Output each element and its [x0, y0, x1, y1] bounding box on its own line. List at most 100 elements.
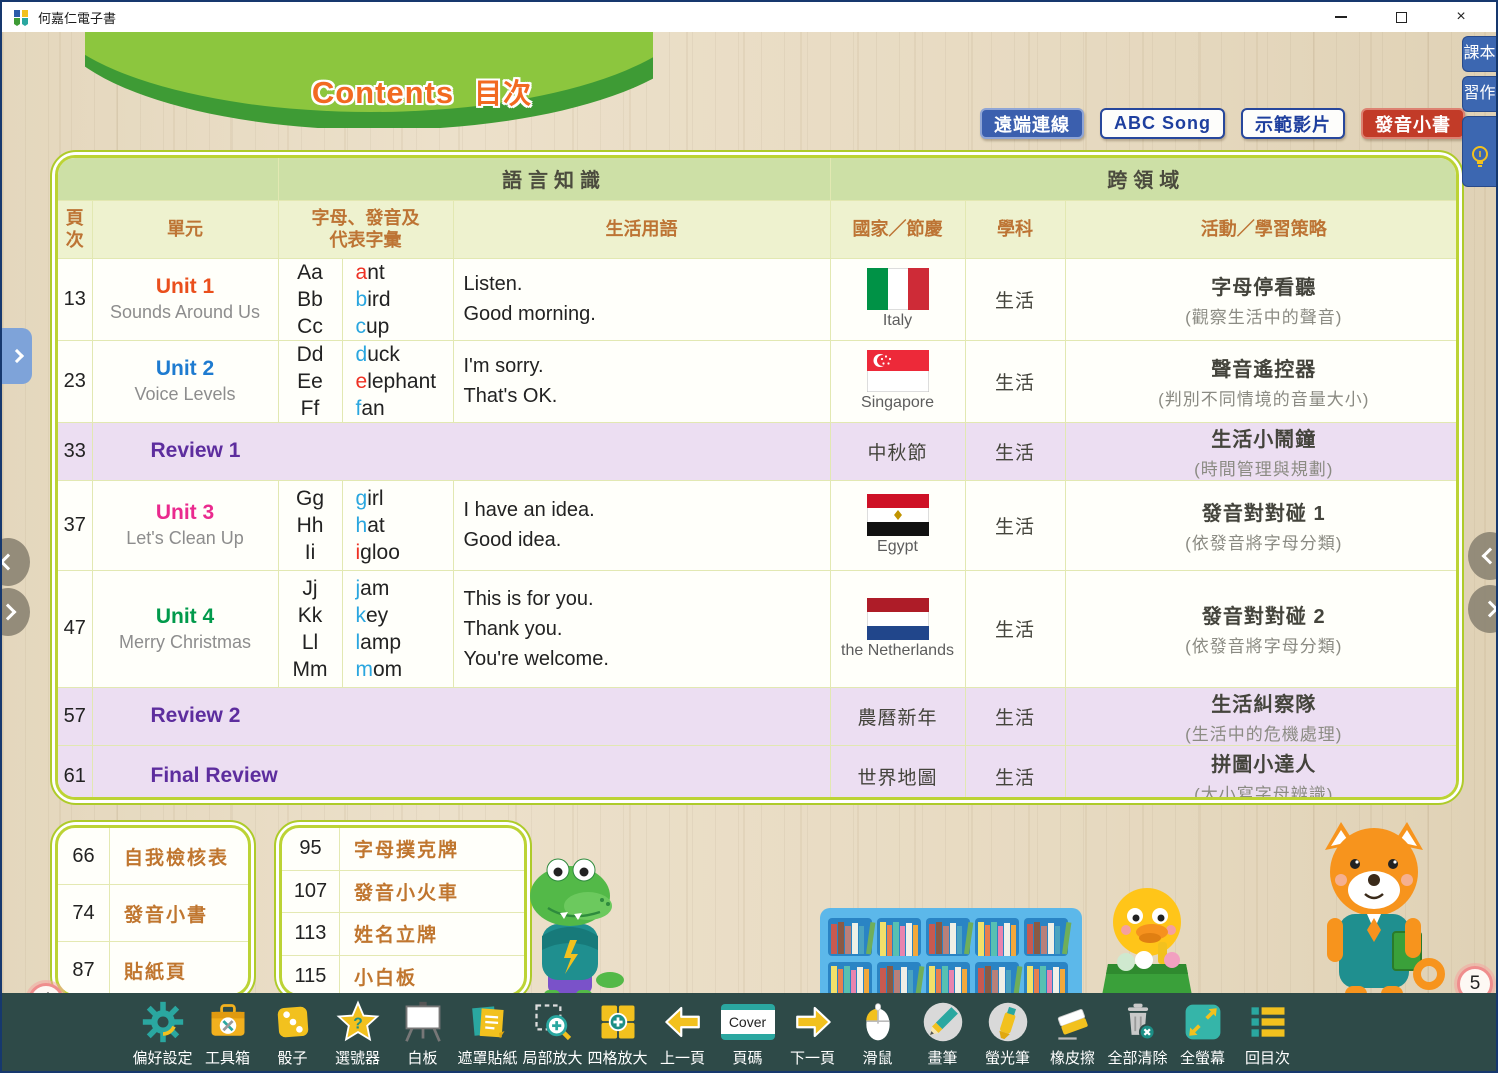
toolbar-page-indicator[interactable]: Cover 頁碼 — [715, 993, 780, 1068]
dice-icon — [271, 1000, 315, 1044]
singapore-flag — [867, 350, 929, 392]
toolbar-mouse[interactable]: 滑鼠 — [845, 993, 910, 1068]
contents-table-panel: 語言知識 跨領域 頁 次 單元 字母、發音及 代表字彙 生活用語 國家／節慶 學… — [50, 150, 1464, 805]
toolbar-fullscreen[interactable]: 全螢幕 — [1170, 993, 1235, 1068]
activity-cell: 生活糾察隊 (生活中的危機處理) — [1065, 687, 1459, 745]
table-row-unit3: 37 Unit 3 Let's Clean Up GgHhIi girl hat… — [58, 480, 1459, 570]
unit-name: Unit 1 — [93, 275, 278, 299]
list-item: 87 貼紙頁 — [58, 942, 248, 993]
toolbar-toolbox[interactable]: 工具箱 — [195, 993, 260, 1068]
contents-banner: Contents 目次 — [85, 32, 653, 128]
unit-name: Unit 3 — [93, 501, 278, 525]
duck-mascot — [1092, 880, 1202, 993]
prev-page-arrow-left-edge[interactable] — [2, 538, 30, 586]
toolbar-highlighter[interactable]: 螢光筆 — [975, 993, 1040, 1068]
toolbar-number-picker[interactable]: ? 選號器 — [325, 993, 390, 1068]
col-header-subject: 學科 — [965, 200, 1065, 258]
gear-icon — [141, 1000, 185, 1044]
maximize-button[interactable] — [1388, 7, 1414, 27]
fullscreen-icon — [1181, 1000, 1225, 1044]
table-row-review2: 57 Review 2 農曆新年 生活 生活糾察隊 (生活中的危機處理) — [58, 687, 1459, 745]
subject-cell: 生活 — [965, 422, 1065, 480]
page-cell: 37 — [58, 480, 92, 570]
demo-video-button[interactable]: 示範影片 — [1241, 108, 1345, 139]
quick-buttons: 遠端連線 ABC Song 示範影片 發音小書 — [980, 108, 1465, 139]
country-cell: Egypt — [830, 480, 965, 570]
subject-cell: 生活 — [965, 258, 1065, 340]
abc-song-button[interactable]: ABC Song — [1100, 108, 1225, 139]
country-cell: 中秋節 — [830, 422, 965, 480]
toolbar-preferences[interactable]: 偏好設定 — [130, 993, 195, 1068]
list-item: 107 發音小火車 — [282, 871, 524, 914]
words-cell: jam key lamp mom — [342, 570, 453, 687]
toolbar-mask-sticker[interactable]: 遮罩貼紙 — [455, 993, 520, 1068]
country-cell: Singapore — [830, 340, 965, 422]
side-tabs: 課本 習作 — [1462, 36, 1496, 187]
toolbar-whiteboard[interactable]: 白板 — [390, 993, 455, 1068]
mouse-icon — [858, 999, 898, 1045]
chevron-left-icon — [1482, 548, 1496, 565]
hint-bulb-tab[interactable] — [1462, 116, 1496, 187]
subject-cell: 生活 — [965, 745, 1065, 800]
activity-cell: 聲音遙控器 (判別不同情境的音量大小) — [1065, 340, 1459, 422]
drawer-handle[interactable] — [2, 328, 32, 384]
country-cell: the Netherlands — [830, 570, 965, 687]
mask-sticker-icon — [466, 1000, 510, 1044]
toolbar-pen[interactable]: 畫筆 — [910, 993, 975, 1068]
toolbar-clear-all[interactable]: 全部清除 — [1105, 993, 1170, 1068]
book-page: Contents 目次 遠端連線 ABC Song 示範影片 發音小書 課本 習作 — [2, 32, 1496, 993]
window-title: 何嘉仁電子書 — [38, 8, 116, 27]
italy-flag — [867, 268, 929, 310]
letters-cell: AaBbCc — [278, 258, 342, 340]
group-header-crossdomain: 跨領域 — [830, 158, 1459, 200]
phrases-cell: I have an idea.Good idea. — [453, 480, 830, 570]
letters-cell: GgHhIi — [278, 480, 342, 570]
table-row-unit2: 23 Unit 2 Voice Levels DdEeFf duck eleph… — [58, 340, 1459, 422]
extras-box-left: 66 自我檢核表 74 發音小書 87 貼紙頁 — [50, 820, 256, 993]
activity-cell: 發音對對碰 2 (依發音將字母分類) — [1065, 570, 1459, 687]
next-page-arrow-right-edge[interactable] — [1468, 585, 1496, 633]
toolbar-next-page[interactable]: 下一頁 — [780, 993, 845, 1068]
close-icon: × — [1456, 9, 1465, 25]
col-header-letters: 字母、發音及 代表字彙 — [278, 200, 453, 258]
words-cell: duck elephant fan — [342, 340, 453, 422]
highlighter-icon — [986, 1000, 1030, 1044]
toolbar-area-zoom[interactable]: 局部放大 — [520, 993, 585, 1068]
page-number-right: 5 — [1457, 966, 1493, 993]
col-header-country: 國家／節慶 — [830, 200, 965, 258]
unit-title: Sounds Around Us — [93, 302, 278, 323]
toolbar-back-to-contents[interactable]: 回目次 — [1235, 993, 1300, 1068]
page-title: Contents 目次 — [257, 72, 587, 112]
header-spacer — [58, 158, 278, 200]
minimize-button[interactable] — [1328, 7, 1354, 27]
contents-title-zh: 目次 — [474, 78, 532, 109]
unit-title: Let's Clean Up — [93, 528, 278, 549]
crocodile-mascot — [514, 840, 624, 993]
bottom-toolbar: 偏好設定 工具箱 骰子 ? 選號器 — [2, 993, 1496, 1071]
chevron-right-icon — [1482, 601, 1496, 618]
chevron-left-icon — [2, 554, 16, 571]
page-cell: 33 — [58, 422, 92, 480]
list-item: 115 小白板 — [282, 956, 524, 994]
next-page-arrow-left-edge[interactable] — [2, 588, 30, 636]
close-button[interactable]: × — [1448, 7, 1474, 27]
contents-title-en: Contents — [312, 75, 454, 110]
toolbar-dice[interactable]: 骰子 — [260, 993, 325, 1068]
prev-arrow-icon — [660, 1001, 706, 1043]
next-arrow-icon — [790, 1001, 836, 1043]
svg-text:?: ? — [353, 1015, 363, 1032]
toolbar-quad-zoom[interactable]: 四格放大 — [585, 993, 650, 1068]
review-title-cell: Review 1 — [92, 422, 830, 480]
words-cell: girl hat igloo — [342, 480, 453, 570]
prev-page-arrow-right-edge[interactable] — [1468, 532, 1496, 580]
toolbar-prev-page[interactable]: 上一頁 — [650, 993, 715, 1068]
pen-icon — [921, 1000, 965, 1044]
page-cell: 23 — [58, 340, 92, 422]
tab-textbook[interactable]: 課本 — [1462, 36, 1496, 72]
toolbar-eraser[interactable]: 橡皮擦 — [1040, 993, 1105, 1068]
remote-connect-button[interactable]: 遠端連線 — [980, 108, 1084, 139]
tab-workbook[interactable]: 習作 — [1462, 76, 1496, 112]
chevron-right-icon — [10, 349, 24, 363]
chevron-right-icon — [2, 604, 16, 621]
phonics-book-button[interactable]: 發音小書 — [1361, 108, 1465, 139]
